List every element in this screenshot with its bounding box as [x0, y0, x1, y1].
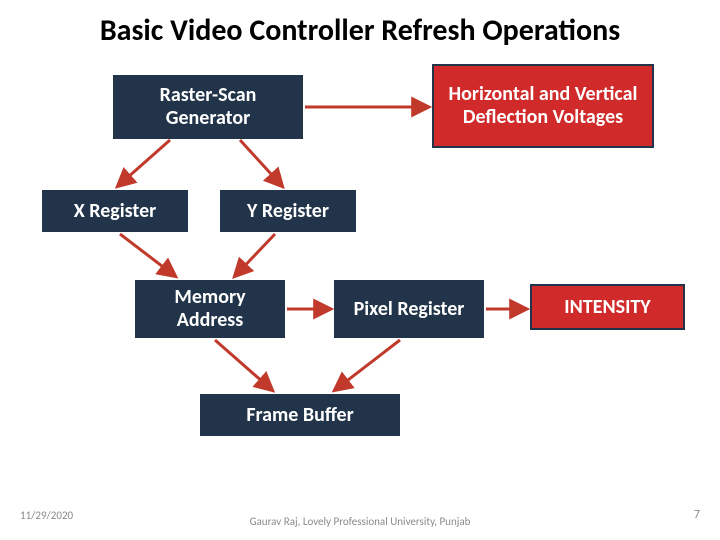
arrow-memaddr-to-framebuf	[215, 340, 272, 390]
box-memory-address: Memory Address	[135, 280, 285, 338]
box-y-register: Y Register	[220, 190, 356, 232]
arrow-xreg-to-memaddr	[120, 234, 175, 276]
box-raster-scan-generator: Raster-Scan Generator	[113, 75, 303, 139]
box-frame-buffer: Frame Buffer	[200, 394, 400, 436]
box-label: X Register	[74, 200, 157, 223]
arrow-raster-to-yreg	[240, 140, 282, 186]
box-deflection-voltages: Horizontal and Vertical Deflection Volta…	[432, 64, 654, 148]
footer-attribution: Gaurav Raj, Lovely Professional Universi…	[0, 515, 720, 528]
box-x-register: X Register	[42, 190, 188, 232]
box-label: Frame Buffer	[246, 404, 353, 427]
box-label: Raster-Scan Generator	[123, 84, 293, 130]
box-label: Horizontal and Vertical Deflection Volta…	[442, 83, 644, 129]
arrow-yreg-to-memaddr	[235, 234, 275, 276]
footer-page-number: 7	[694, 508, 700, 522]
box-intensity: INTENSITY	[530, 284, 685, 330]
box-label: Pixel Register	[354, 298, 465, 321]
arrow-pixelreg-to-framebuf	[335, 340, 400, 390]
slide-title: Basic Video Controller Refresh Operation…	[0, 12, 720, 49]
box-label: INTENSITY	[564, 296, 650, 319]
box-pixel-register: Pixel Register	[334, 280, 484, 338]
box-label: Y Register	[247, 200, 329, 223]
arrow-raster-to-xreg	[118, 140, 170, 186]
box-label: Memory Address	[145, 286, 275, 332]
